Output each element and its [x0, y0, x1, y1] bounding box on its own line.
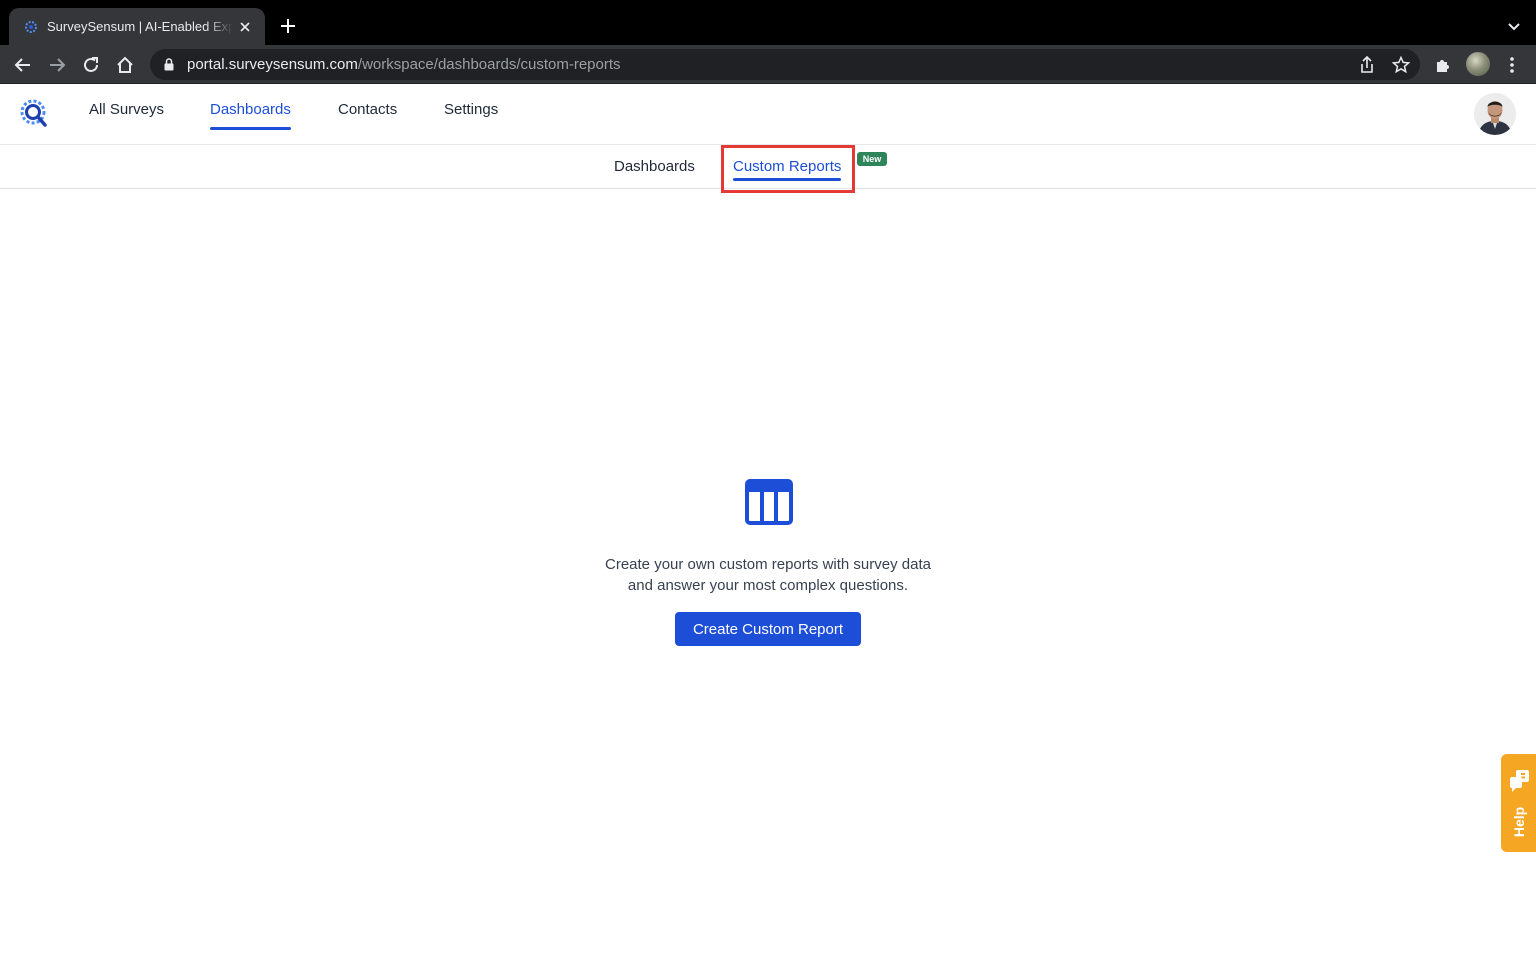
sub-navigation: Dashboards Custom Reports New: [0, 145, 1536, 193]
help-chat-icon: [1509, 769, 1531, 798]
new-badge: New: [857, 152, 887, 166]
surveysensum-favicon-icon: [23, 19, 39, 35]
empty-state-message: Create your own custom reports with surv…: [568, 554, 968, 596]
browser-profile-avatar[interactable]: [1466, 52, 1490, 76]
nav-all-surveys[interactable]: All Surveys: [89, 101, 164, 118]
url-text: portal.surveysensum.com/workspace/dashbo…: [187, 56, 621, 73]
url-host: portal.surveysensum.com: [187, 56, 358, 73]
browser-tab[interactable]: SurveySensum | AI-Enabled Experience Man…: [9, 8, 265, 45]
new-tab-plus-icon[interactable]: [278, 16, 298, 36]
table-icon: [745, 479, 793, 525]
lock-icon[interactable]: [162, 58, 176, 72]
user-avatar[interactable]: [1474, 93, 1516, 135]
forward-arrow-icon[interactable]: [46, 54, 68, 76]
home-icon[interactable]: [114, 54, 136, 76]
nav-settings[interactable]: Settings: [444, 101, 498, 118]
browser-tab-bar: SurveySensum | AI-Enabled Experience Man…: [0, 0, 1536, 45]
address-bar[interactable]: portal.surveysensum.com/workspace/dashbo…: [150, 49, 1420, 80]
extensions-puzzle-icon[interactable]: [1432, 54, 1454, 76]
browser-menu-kebab-icon[interactable]: [1501, 54, 1523, 76]
nav-dashboards[interactable]: Dashboards: [210, 101, 291, 130]
close-tab-icon[interactable]: [237, 19, 253, 35]
create-custom-report-button[interactable]: Create Custom Report: [675, 612, 861, 646]
help-widget[interactable]: Help: [1501, 754, 1536, 852]
bookmark-star-icon[interactable]: [1390, 54, 1412, 76]
tab-search-chevron-down-icon[interactable]: [1506, 18, 1522, 34]
empty-state-line-2: and answer your most complex questions.: [627, 577, 909, 594]
help-label: Help: [1511, 806, 1527, 838]
empty-state-line-1: Create your own custom reports with surv…: [605, 556, 931, 573]
reload-icon[interactable]: [80, 54, 102, 76]
tab-dashboards[interactable]: Dashboards: [614, 158, 695, 175]
share-icon[interactable]: [1356, 54, 1378, 76]
app-header: All Surveys Dashboards Contacts Settings: [0, 84, 1536, 145]
browser-tab-title: SurveySensum | AI-Enabled Experience Man…: [47, 19, 233, 34]
url-path: /workspace/dashboards/custom-reports: [357, 56, 621, 73]
nav-contacts[interactable]: Contacts: [338, 101, 397, 118]
back-arrow-icon[interactable]: [12, 54, 34, 76]
surveysensum-logo-icon[interactable]: [16, 96, 50, 130]
tab-custom-reports[interactable]: Custom Reports: [733, 158, 842, 181]
browser-toolbar: portal.surveysensum.com/workspace/dashbo…: [0, 45, 1536, 84]
